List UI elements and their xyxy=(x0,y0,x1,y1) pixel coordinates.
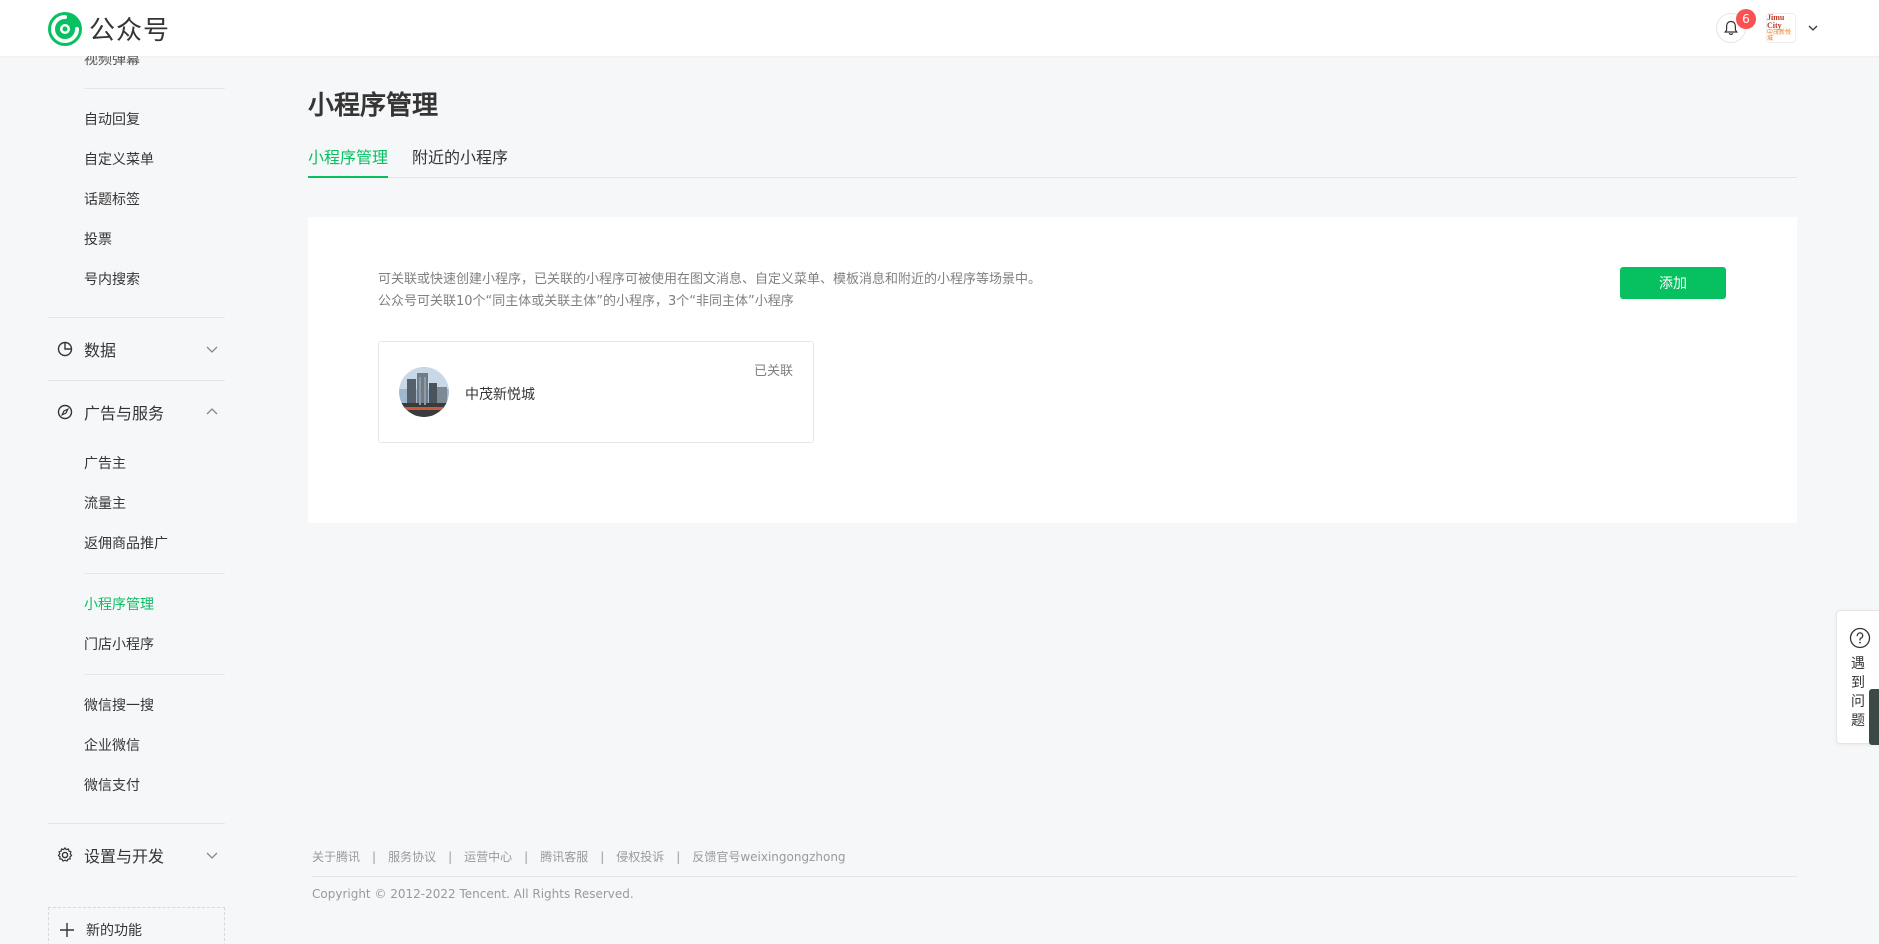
sidebar-group-label: 数据 xyxy=(84,341,117,360)
sidebar-divider xyxy=(84,88,225,89)
sidebar-item-wechat-pay[interactable]: 微信支付 xyxy=(84,775,140,795)
description: 可关联或快速创建小程序，已关联的小程序可被使用在图文消息、自定义菜单、模板消息和… xyxy=(378,269,1041,313)
sidebar-divider xyxy=(48,317,225,318)
sidebar-item-topic-tags[interactable]: 话题标签 xyxy=(84,189,140,209)
sidebar-divider xyxy=(84,573,225,574)
miniprogram-panel: 可关联或快速创建小程序，已关联的小程序可被使用在图文消息、自定义菜单、模板消息和… xyxy=(308,217,1797,523)
sidebar-item-store-miniprogram[interactable]: 门店小程序 xyxy=(84,634,154,654)
sidebar-item-traffic-owner[interactable]: 流量主 xyxy=(84,493,126,513)
sidebar-divider xyxy=(48,823,225,824)
sidebar-group-label: 设置与开发 xyxy=(84,847,165,866)
new-features-label: 新的功能 xyxy=(86,923,142,939)
sidebar-item-auto-reply[interactable]: 自动回复 xyxy=(84,109,140,129)
chevron-down-icon xyxy=(206,346,218,353)
description-line: 可关联或快速创建小程序，已关联的小程序可被使用在图文消息、自定义菜单、模板消息和… xyxy=(378,272,1042,287)
sidebar: 视频弹幕 自动回复 自定义菜单 话题标签 投票 号内搜索 数据 广告与服务 广告… xyxy=(48,52,225,944)
sidebar-divider xyxy=(84,674,225,675)
add-button[interactable]: 添加 xyxy=(1620,267,1726,299)
miniprogram-avatar xyxy=(399,367,449,417)
footer-link-operation-center[interactable]: 运营中心 xyxy=(464,848,512,865)
chevron-up-icon xyxy=(206,408,218,415)
footer-separator: | xyxy=(372,850,377,864)
sidebar-item-custom-menu[interactable]: 自定义菜单 xyxy=(84,149,154,169)
top-bar: 公众号 6 Jimu City 中茂新悦城 xyxy=(0,0,1879,56)
question-icon xyxy=(1849,627,1871,649)
footer-link-customer-service[interactable]: 腾讯客服 xyxy=(540,848,588,865)
logo-text: 公众号 xyxy=(89,16,171,46)
sidebar-group-settings-dev[interactable]: 设置与开发 xyxy=(48,843,225,867)
chevron-down-icon xyxy=(206,852,218,859)
tab-nearby-miniprograms[interactable]: 附近的小程序 xyxy=(412,144,508,178)
page-title: 小程序管理 xyxy=(308,91,439,121)
drag-handle[interactable] xyxy=(1869,689,1879,745)
wechat-official-logo-icon xyxy=(48,11,82,46)
sidebar-item-wecom[interactable]: 企业微信 xyxy=(84,735,140,755)
chevron-down-icon[interactable] xyxy=(1806,21,1820,35)
miniprogram-card[interactable]: 中茂新悦城 已关联 xyxy=(378,341,814,443)
gear-icon xyxy=(57,847,73,862)
footer-link-about[interactable]: 关于腾讯 xyxy=(312,848,360,865)
sidebar-item-in-account-search[interactable]: 号内搜索 xyxy=(84,269,140,289)
footer-link-service-agreement[interactable]: 服务协议 xyxy=(388,848,436,865)
footer-separator: | xyxy=(600,850,605,864)
footer-separator: | xyxy=(448,850,453,864)
help-widget[interactable]: 遇到问题 xyxy=(1836,610,1879,745)
logo[interactable]: 公众号 xyxy=(47,10,170,47)
sidebar-divider xyxy=(48,380,225,381)
plus-icon xyxy=(60,923,74,937)
footer-link-infringement[interactable]: 侵权投诉 xyxy=(616,848,664,865)
footer-separator: | xyxy=(676,850,681,864)
footer-divider xyxy=(312,876,1797,877)
sidebar-item-miniprogram-management[interactable]: 小程序管理 xyxy=(84,594,154,614)
sidebar-item-advertiser[interactable]: 广告主 xyxy=(84,453,126,473)
account-avatar-text-top: Jimu City xyxy=(1767,13,1785,30)
footer-separator: | xyxy=(524,850,529,864)
footer-links: 关于腾讯 | 服务协议 | 运营中心 | 腾讯客服 | 侵权投诉 | 反馈官号weixingongz… xyxy=(312,848,846,865)
notification-badge: 6 xyxy=(1736,9,1756,29)
sidebar-group-data[interactable]: 数据 xyxy=(48,337,225,361)
tab-bar: 小程序管理 附近的小程序 xyxy=(308,144,1797,178)
account-avatar[interactable]: Jimu City 中茂新悦城 xyxy=(1766,13,1796,43)
sidebar-item-vote[interactable]: 投票 xyxy=(84,229,112,249)
miniprogram-name: 中茂新悦城 xyxy=(465,387,535,403)
help-label: 遇到问题 xyxy=(1851,656,1865,729)
pie-chart-icon xyxy=(57,341,73,357)
new-features-button[interactable]: 新的功能 xyxy=(48,907,225,944)
linked-status: 已关联 xyxy=(753,364,793,379)
description-line: 公众号可关联10个“同主体或关联主体”的小程序，3个“非同主体”小程序 xyxy=(378,294,794,309)
account-avatar-text-bottom: 中茂新悦城 xyxy=(1767,30,1792,42)
compass-icon xyxy=(57,404,73,420)
footer-link-feedback[interactable]: 反馈官号weixingongzhong xyxy=(692,848,845,865)
sidebar-group-label: 广告与服务 xyxy=(84,404,165,423)
sidebar-group-ads-services[interactable]: 广告与服务 xyxy=(48,400,225,424)
copyright: Copyright © 2012-2022 Tencent. All Right… xyxy=(312,887,634,901)
tab-miniprogram-management[interactable]: 小程序管理 xyxy=(308,144,389,178)
sidebar-item-wechat-search[interactable]: 微信搜一搜 xyxy=(84,695,154,715)
sidebar-item-commission-promotion[interactable]: 返佣商品推广 xyxy=(84,533,168,553)
